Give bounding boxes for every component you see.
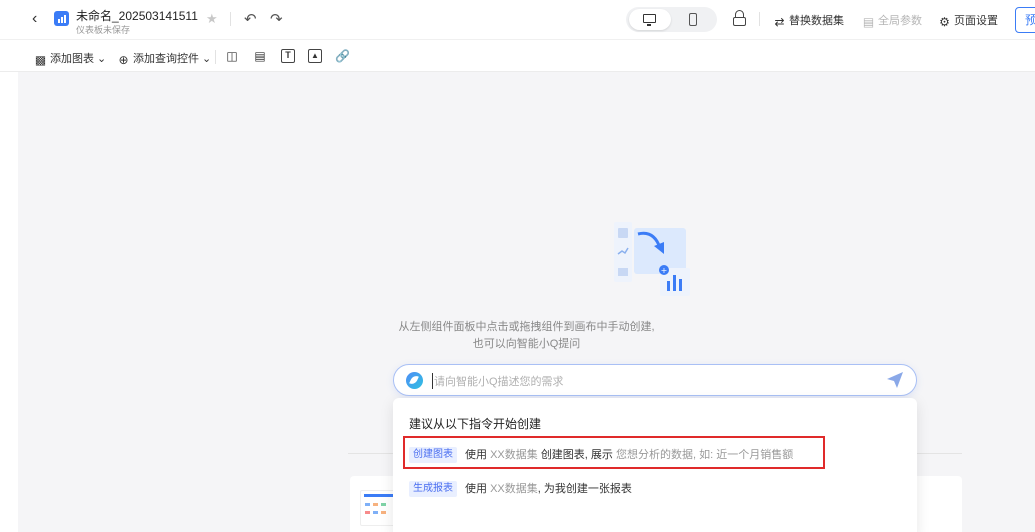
dashboard-canvas[interactable]: + 从左侧组件面板中点击或拖拽组件到画布中手动创建, 也可以向智能小Q提问 请向… bbox=[18, 72, 1035, 532]
divider bbox=[215, 50, 216, 64]
global-params-button[interactable]: ▤ 全局参数 bbox=[862, 12, 922, 29]
add-filter-label: 添加查询控件 bbox=[133, 53, 199, 65]
top-bar: ‹ 未命名_202503141511 仪表板未保存 ★ ↶ ↷ ⇄ 替换数据集 ▤… bbox=[0, 0, 1035, 40]
ai-ask-placeholder: 请向智能小Q描述您的需求 bbox=[432, 373, 564, 389]
global-params-label: 全局参数 bbox=[878, 15, 922, 27]
page-settings-button[interactable]: ⚙ 页面设置 bbox=[938, 12, 998, 29]
chevron-down-icon: ⌄ bbox=[199, 53, 212, 65]
suggestion-text: , 为我创建一张报表 bbox=[537, 483, 632, 495]
chevron-down-icon: ⌄ bbox=[94, 53, 107, 65]
lock-icon[interactable] bbox=[733, 10, 746, 26]
divider bbox=[759, 12, 760, 26]
empty-state-hint-ai: 也可以向智能小Q提问 bbox=[472, 338, 581, 350]
bar-chart-icon: ▩ bbox=[34, 53, 47, 67]
preview-button[interactable]: 预 bbox=[1015, 7, 1035, 33]
template-thumbnail[interactable] bbox=[360, 490, 396, 526]
device-switch bbox=[626, 7, 717, 32]
component-toolbar: ▩ 添加图表 ⌄ ⊕ 添加查询控件 ⌄ ◫ ▤ T ▲ 🔗 bbox=[0, 41, 1035, 72]
add-chart-button[interactable]: ▩ 添加图表 ⌄ bbox=[34, 50, 106, 67]
desktop-view-button[interactable] bbox=[629, 9, 671, 30]
page-settings-label: 页面设置 bbox=[954, 15, 998, 27]
highlight-box bbox=[403, 436, 825, 469]
suggestion-tag: 生成报表 bbox=[409, 481, 457, 497]
send-icon[interactable] bbox=[886, 371, 904, 389]
layout-icon[interactable]: ◫ bbox=[225, 49, 239, 63]
add-filter-button[interactable]: ⊕ 添加查询控件 ⌄ bbox=[117, 50, 211, 67]
replace-dataset-label: 替换数据集 bbox=[789, 15, 844, 27]
gear-icon: ⚙ bbox=[939, 15, 950, 29]
back-icon[interactable]: ‹ bbox=[32, 10, 48, 28]
empty-state-illustration: + bbox=[614, 222, 690, 296]
add-chart-label: 添加图表 bbox=[50, 53, 94, 65]
ai-ask-input[interactable]: 请向智能小Q描述您的需求 bbox=[393, 364, 917, 396]
svg-text:+: + bbox=[661, 266, 668, 275]
params-icon: ▤ bbox=[862, 15, 875, 29]
dashboard-icon bbox=[54, 11, 69, 26]
star-icon[interactable]: ★ bbox=[206, 11, 218, 27]
empty-state-hint: 从左侧组件面板中点击或拖拽组件到画布中手动创建, bbox=[398, 321, 655, 333]
redo-icon[interactable]: ↷ bbox=[270, 10, 283, 28]
dashboard-title[interactable]: 未命名_202503141511 bbox=[76, 7, 198, 24]
suggestion-dataset: XX数据集 bbox=[490, 483, 538, 495]
suggestion-text: 使用 bbox=[465, 483, 487, 495]
image-icon[interactable]: ▲ bbox=[308, 49, 322, 63]
save-status: 仪表板未保存 bbox=[76, 25, 131, 35]
dataset-swap-icon: ⇄ bbox=[774, 15, 785, 29]
suggestion-generate-report[interactable]: 生成报表 使用 XX数据集, 为我创建一张报表 bbox=[409, 480, 632, 500]
divider bbox=[230, 12, 231, 26]
desktop-icon bbox=[643, 14, 656, 26]
mobile-view-button[interactable] bbox=[672, 9, 714, 30]
replace-dataset-button[interactable]: ⇄ 替换数据集 bbox=[773, 12, 844, 29]
suggestion-title: 建议从以下指令开始创建 bbox=[409, 417, 542, 431]
link-icon[interactable]: 🔗 bbox=[335, 49, 350, 63]
search-filter-icon: ⊕ bbox=[118, 53, 129, 67]
undo-icon[interactable]: ↶ bbox=[244, 10, 257, 28]
text-icon[interactable]: T bbox=[281, 49, 295, 63]
tab-icon[interactable]: ▤ bbox=[253, 49, 267, 63]
mobile-icon bbox=[689, 13, 697, 26]
ai-assistant-icon bbox=[406, 372, 423, 389]
